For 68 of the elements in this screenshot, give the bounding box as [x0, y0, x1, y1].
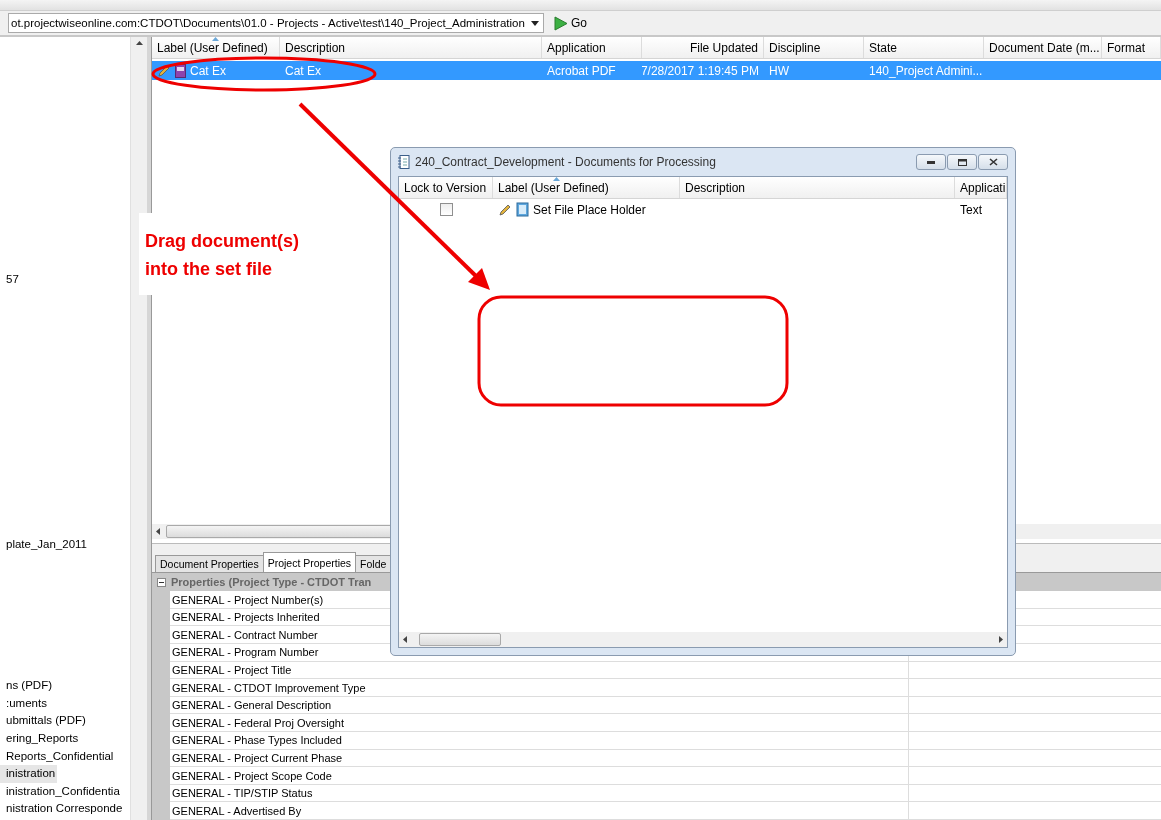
property-name: GENERAL - CTDOT Improvement Type [170, 679, 909, 696]
property-name: GENERAL - General Description [170, 696, 909, 714]
table-cell-text: 140_Project Admini... [868, 62, 984, 80]
close-button[interactable] [978, 154, 1008, 170]
checkbox[interactable] [439, 203, 453, 216]
maximize-button[interactable] [947, 154, 977, 170]
pencil-icon [498, 202, 512, 217]
vertical-scrollbar[interactable] [130, 37, 147, 820]
scroll-left-icon[interactable] [156, 527, 160, 535]
go-button[interactable]: Go [549, 13, 591, 33]
table-cell: Cat Ex [152, 61, 280, 80]
column-header[interactable]: Applicati [955, 177, 1007, 198]
table-cell-text: Acrobat PDF [546, 62, 617, 80]
column-header[interactable]: File Updated [642, 37, 764, 58]
property-name: GENERAL - Project Current Phase [170, 749, 909, 767]
column-header[interactable]: Label (User Defined) [152, 37, 280, 58]
property-name: GENERAL - Federal Proj Oversight [170, 714, 909, 732]
properties-tab[interactable]: Project Properties [262, 552, 357, 573]
dialog-title: 240_Contract_Development - Documents for Processing [415, 155, 717, 169]
collapse-icon[interactable] [157, 577, 166, 587]
folder-tree-item[interactable]: inistration_Confidentia [0, 782, 122, 801]
maximize-icon [957, 158, 967, 166]
column-header[interactable]: Description [680, 177, 955, 198]
scrollbar-thumb[interactable] [419, 633, 501, 646]
column-header[interactable]: Discipline [764, 37, 864, 58]
table-cell-text: Cat Ex [284, 62, 322, 80]
column-header[interactable]: Format [1102, 37, 1161, 58]
minimize-icon [927, 160, 935, 164]
properties-tab[interactable]: Folde [355, 555, 392, 573]
play-icon [553, 15, 568, 31]
folder-tree-item[interactable]: inistration [0, 765, 58, 783]
folder-tree-item[interactable]: Reports_Confidential [0, 747, 116, 766]
property-name: GENERAL - TIP/STIP Status [170, 784, 909, 802]
notebook-icon [398, 155, 410, 169]
scroll-up-icon[interactable] [135, 41, 143, 45]
dropdown-arrow-icon[interactable] [530, 20, 539, 26]
table-cell: Set File Place Holder [493, 199, 680, 220]
column-header[interactable]: Document Date (m... [984, 37, 1102, 58]
close-icon [988, 158, 998, 166]
table-cell-text: Text [959, 201, 983, 219]
folder-tree-item[interactable]: :uments [0, 694, 49, 713]
column-header[interactable]: Description [280, 37, 542, 58]
scroll-left-icon[interactable] [403, 636, 407, 643]
property-name: GENERAL - Project Scope Code [170, 767, 909, 784]
column-header[interactable]: State [864, 37, 984, 58]
address-field[interactable]: ot.projectwiseonline.com:CTDOT\Documents\01.0 - Projects - Active\test\140_Project_Administration [8, 13, 544, 33]
folder-tree-item[interactable]: 57 [0, 271, 21, 289]
folder-tree-item[interactable]: plate_Jan_2011 [0, 535, 89, 554]
property-name: GENERAL - Project Title [170, 661, 909, 679]
property-name: GENERAL - Advertised By [170, 802, 909, 819]
pdf-document-icon [175, 63, 186, 78]
folder-tree-item[interactable]: ubmittals (PDF) [0, 712, 88, 730]
column-header[interactable]: Lock to Version [399, 177, 493, 198]
properties-tab[interactable]: Document Properties [155, 555, 264, 573]
sort-indicator-icon [553, 177, 560, 181]
scroll-right-icon[interactable] [999, 636, 1003, 643]
table-cell-text: 7/28/2017 1:19:45 PM [642, 62, 760, 80]
table-cell-text: HW [768, 62, 790, 80]
column-header[interactable]: Application [542, 37, 642, 58]
minimize-button[interactable] [916, 154, 946, 170]
folder-tree-item[interactable]: nistration Corresponde [0, 800, 125, 818]
horizontal-scrollbar[interactable] [399, 632, 1007, 647]
property-group-title: Properties (Project Type - CTDOT Tran [171, 576, 372, 589]
column-header[interactable]: Label (User Defined) [493, 177, 680, 198]
notepad-icon [516, 202, 529, 217]
folder-tree-item[interactable]: ns (PDF) [0, 677, 54, 695]
folder-tree-item[interactable]: ering_Reports [0, 729, 81, 748]
property-name: GENERAL - Phase Types Included [170, 732, 909, 749]
